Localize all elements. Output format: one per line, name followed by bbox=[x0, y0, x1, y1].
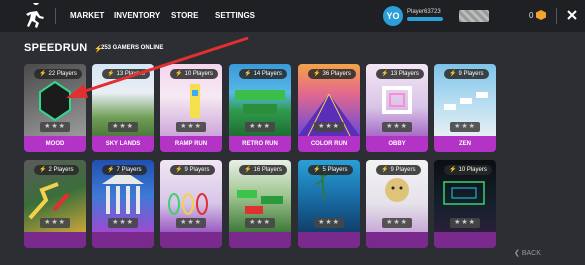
bolt-icon: ⚡ bbox=[244, 167, 252, 173]
star-rating: ★★★ bbox=[382, 122, 412, 132]
star-rating: ★★★ bbox=[245, 122, 275, 132]
game-card-temple[interactable]: ⚡ 7 Players ★★★ bbox=[92, 160, 154, 248]
runner-logo-icon[interactable] bbox=[22, 3, 46, 29]
player-level-bar bbox=[407, 17, 443, 21]
online-count: 253 GAMERS ONLINE bbox=[101, 45, 164, 51]
bolt-icon: ⚡ bbox=[107, 167, 115, 173]
players-badge: ⚡ 10 Players bbox=[170, 69, 218, 79]
card-title bbox=[160, 232, 222, 248]
coin-icon bbox=[536, 10, 546, 20]
card-title: RETRO RUN bbox=[229, 136, 291, 152]
game-card-color-run[interactable]: ⚡ 36 Players ★★★ COLOR RUN bbox=[298, 64, 360, 152]
back-button[interactable]: ❮ BACK bbox=[514, 249, 541, 257]
rank-badge bbox=[459, 10, 489, 22]
star-rating: ★★★ bbox=[176, 122, 206, 132]
nav-settings[interactable]: SETTINGS bbox=[215, 11, 255, 20]
bolt-icon: ⚡ bbox=[449, 71, 457, 77]
star-rating: ★★★ bbox=[382, 218, 412, 228]
card-title bbox=[298, 232, 360, 248]
players-badge: ⚡ 16 Players bbox=[239, 165, 287, 175]
nav-divider bbox=[55, 8, 56, 24]
avatar[interactable]: YO bbox=[383, 6, 403, 26]
game-card-2[interactable]: ⚡ 2 Players ★★★ bbox=[24, 160, 86, 248]
card-title bbox=[229, 232, 291, 248]
star-rating: ★★★ bbox=[245, 218, 275, 228]
card-title bbox=[24, 232, 86, 248]
players-badge: ⚡ 10 Players bbox=[444, 165, 492, 175]
game-card-ramp-run[interactable]: ⚡ 10 Players ★★★ RAMP RUN bbox=[160, 64, 222, 152]
star-rating: ★★★ bbox=[450, 122, 480, 132]
top-bar: MARKET INVENTORY STORE SETTINGS YO Playe… bbox=[0, 0, 585, 32]
coin-count: 0 bbox=[529, 11, 534, 20]
bolt-icon: ⚡ bbox=[449, 167, 457, 173]
card-title bbox=[366, 232, 428, 248]
bolt-icon: ⚡ bbox=[313, 71, 321, 77]
bolt-icon: ⚡ bbox=[313, 167, 321, 173]
bolt-icon: ⚡ bbox=[381, 167, 389, 173]
players-badge: ⚡ 5 Players bbox=[308, 165, 353, 175]
annotation-arrow-icon bbox=[66, 36, 249, 98]
bolt-icon: ⚡ bbox=[107, 71, 115, 77]
game-card-mood[interactable]: ⚡ 22 Players ★★★ MOOD bbox=[24, 64, 86, 152]
bolt-icon: ⚡ bbox=[175, 71, 183, 77]
bolt-icon: ⚡ bbox=[39, 71, 47, 77]
player-name: Player63723 bbox=[407, 9, 441, 15]
close-icon[interactable] bbox=[566, 9, 578, 21]
page-title: SPEEDRUN bbox=[24, 42, 88, 54]
card-title: ZEN bbox=[434, 136, 496, 152]
players-badge: ⚡ 7 Players bbox=[102, 165, 147, 175]
players-badge: ⚡ 13 Players bbox=[376, 69, 424, 79]
star-rating: ★★★ bbox=[450, 218, 480, 228]
game-card-face[interactable]: ⚡ 9 Players ★★★ bbox=[366, 160, 428, 248]
star-rating: ★★★ bbox=[108, 218, 138, 228]
nav-inventory[interactable]: INVENTORY bbox=[114, 11, 160, 20]
card-title: COLOR RUN bbox=[298, 136, 360, 152]
card-title: OBBY bbox=[366, 136, 428, 152]
game-card-ocean[interactable]: ⚡ 5 Players ★★★ bbox=[298, 160, 360, 248]
back-chevron-icon: ❮ bbox=[514, 250, 522, 257]
game-card-sky-lands[interactable]: ⚡ 13 Players ★★★ SKY LANDS bbox=[92, 64, 154, 152]
card-title bbox=[434, 232, 496, 248]
players-badge: ⚡ 9 Players bbox=[170, 165, 215, 175]
card-title: SKY LANDS bbox=[92, 136, 154, 152]
star-rating: ★★★ bbox=[40, 218, 70, 228]
players-badge: ⚡ 2 Players bbox=[34, 165, 79, 175]
star-rating: ★★★ bbox=[314, 122, 344, 132]
card-title: MOOD bbox=[24, 136, 86, 152]
card-title: RAMP RUN bbox=[160, 136, 222, 152]
nav-store[interactable]: STORE bbox=[171, 11, 198, 20]
players-badge: ⚡ 13 Players bbox=[102, 69, 150, 79]
game-card-neon[interactable]: ⚡ 10 Players ★★★ bbox=[434, 160, 496, 248]
game-card-zen[interactable]: ⚡ 9 Players ★★★ ZEN bbox=[434, 64, 496, 152]
game-card-obby[interactable]: ⚡ 13 Players ★★★ OBBY bbox=[366, 64, 428, 152]
players-badge: ⚡ 36 Players bbox=[308, 69, 356, 79]
star-rating: ★★★ bbox=[108, 122, 138, 132]
players-badge: ⚡ 22 Players bbox=[34, 69, 82, 79]
close-divider bbox=[556, 8, 557, 24]
star-rating: ★★★ bbox=[40, 122, 70, 132]
players-badge: ⚡ 9 Players bbox=[376, 165, 421, 175]
bolt-icon: ⚡ bbox=[381, 71, 389, 77]
game-card-retro-run[interactable]: ⚡ 14 Players ★★★ RETRO RUN bbox=[229, 64, 291, 152]
star-rating: ★★★ bbox=[314, 218, 344, 228]
nav-market[interactable]: MARKET bbox=[70, 11, 104, 20]
bolt-icon: ⚡ bbox=[39, 167, 47, 173]
bolt-icon: ⚡ bbox=[244, 71, 252, 77]
players-badge: ⚡ 9 Players bbox=[444, 69, 489, 79]
bolt-icon: ⚡ bbox=[175, 167, 183, 173]
star-rating: ★★★ bbox=[176, 218, 206, 228]
game-card-blocks[interactable]: ⚡ 16 Players ★★★ bbox=[229, 160, 291, 248]
card-title bbox=[92, 232, 154, 248]
game-card-rings[interactable]: ⚡ 9 Players ★★★ bbox=[160, 160, 222, 248]
players-badge: ⚡ 14 Players bbox=[239, 69, 287, 79]
